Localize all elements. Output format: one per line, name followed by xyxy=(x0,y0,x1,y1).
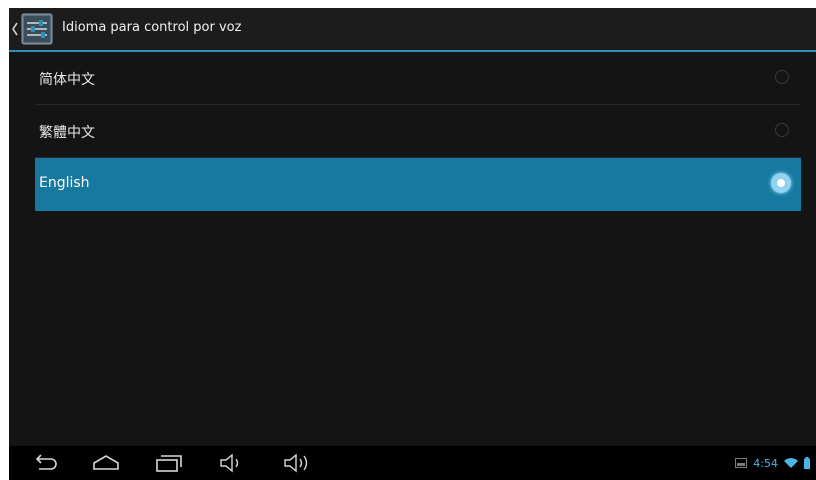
screenshot-icon xyxy=(735,458,748,468)
settings-sliders-icon[interactable] xyxy=(21,13,53,45)
page-title: Idioma para control por voz xyxy=(62,20,242,35)
language-list: 简体中文 繁體中文 English xyxy=(35,52,801,211)
clock: 4:54 xyxy=(753,456,778,470)
language-label: English xyxy=(39,175,90,191)
recent-apps-icon[interactable] xyxy=(154,453,184,473)
volume-down-icon[interactable] xyxy=(217,453,247,473)
home-icon[interactable] xyxy=(91,453,121,473)
status-area[interactable]: 4:54 xyxy=(735,456,810,470)
screen: Idioma para control por voz 简体中文 繁體中文 En… xyxy=(9,8,816,480)
language-option-traditional-chinese[interactable]: 繁體中文 xyxy=(35,105,801,158)
system-nav-bar: 4:54 xyxy=(9,446,816,480)
radio-button[interactable] xyxy=(775,123,789,137)
language-option-simplified-chinese[interactable]: 简体中文 xyxy=(35,52,801,105)
volume-up-icon[interactable] xyxy=(281,453,311,473)
language-label: 繁體中文 xyxy=(39,125,95,141)
language-label: 简体中文 xyxy=(39,72,95,88)
action-bar: Idioma para control por voz xyxy=(9,8,816,52)
back-caret-icon[interactable] xyxy=(11,21,19,37)
radio-button-selected[interactable] xyxy=(771,173,791,193)
battery-icon xyxy=(804,457,810,469)
language-option-english[interactable]: English xyxy=(35,158,801,211)
wifi-icon xyxy=(784,457,798,468)
radio-button[interactable] xyxy=(775,70,789,84)
back-icon[interactable] xyxy=(31,453,61,473)
